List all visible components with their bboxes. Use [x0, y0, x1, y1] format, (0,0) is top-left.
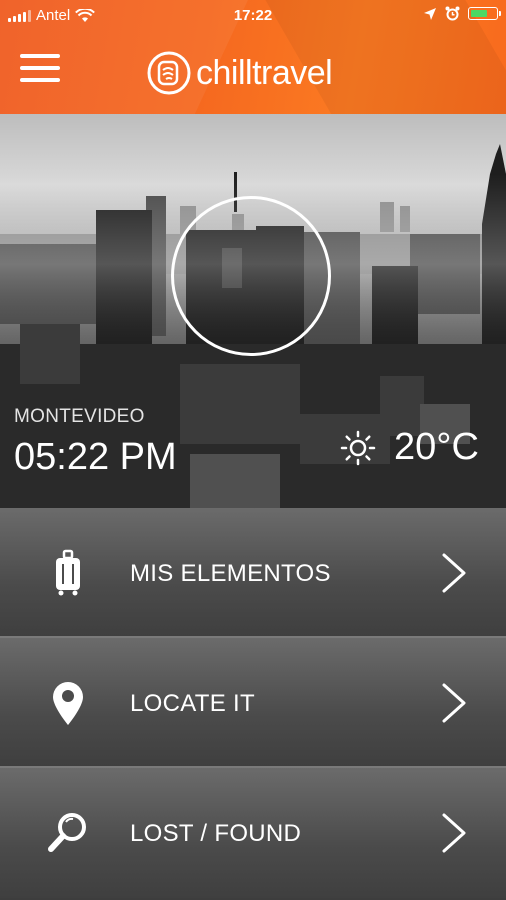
weather-widget: 20°C	[340, 426, 479, 469]
location-pin-icon	[53, 682, 83, 725]
chevron-right-icon	[442, 683, 466, 723]
status-icons	[423, 6, 501, 21]
search-icon	[48, 813, 86, 852]
chilltravel-logo-icon	[147, 51, 191, 95]
focus-circle	[171, 196, 331, 356]
menu-item-label: LOST / FOUND	[130, 820, 302, 847]
status-bar: Antel 17:22	[0, 0, 506, 30]
temperature: 20°C	[394, 426, 479, 468]
menu-item-label: MIS ELEMENTOS	[130, 560, 331, 587]
location-arrow-icon	[424, 7, 436, 20]
sun-icon	[340, 430, 376, 465]
logo-text: chilltravel	[196, 53, 333, 92]
hamburger-menu-icon[interactable]	[20, 54, 60, 86]
app-logo: chilltravel	[146, 50, 333, 96]
app-screen: Antel 17:22 chilltravel MONTEVIDEO 05:22…	[0, 0, 506, 900]
city-name: MONTEVIDEO	[14, 406, 145, 427]
app-header: Antel 17:22 chilltravel	[0, 0, 506, 114]
main-menu: MIS ELEMENTOS LOCATE IT LOST / FOUND	[0, 508, 506, 898]
luggage-icon	[56, 549, 80, 596]
menu-item-lost-found[interactable]: LOST / FOUND	[0, 768, 506, 898]
menu-item-label: LOCATE IT	[130, 690, 255, 717]
menu-item-locate-it[interactable]: LOCATE IT	[0, 638, 506, 768]
chevron-right-icon	[442, 813, 466, 853]
chevron-right-icon	[442, 553, 466, 593]
local-time: 05:22 PM	[14, 436, 177, 478]
alarm-icon	[445, 6, 460, 21]
menu-item-mis-elementos[interactable]: MIS ELEMENTOS	[0, 508, 506, 638]
city-hero: MONTEVIDEO 05:22 PM 20°C	[0, 114, 506, 508]
battery-icon	[468, 7, 501, 20]
